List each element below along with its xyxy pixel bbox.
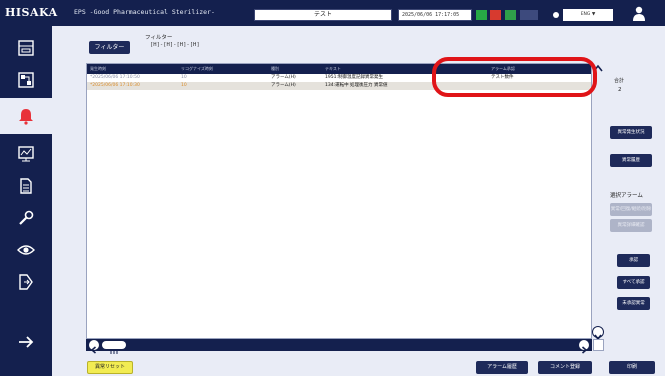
scroll-right-button[interactable]: [579, 340, 589, 354]
cell-recognized: 10: [181, 83, 187, 88]
trend-icon: [18, 146, 34, 162]
nav-layout[interactable]: [0, 32, 52, 64]
cell-time: *2025/06/06 17:10:50: [90, 75, 140, 80]
selected-alarm-label: 選択アラーム: [610, 193, 643, 199]
settings-dot-icon[interactable]: [553, 12, 559, 18]
alarm-history-button[interactable]: アラーム履歴: [476, 361, 528, 374]
top-bar: HISAKA EPS -Good Pharmaceutical Steriliz…: [0, 0, 665, 26]
comment-button[interactable]: コメント登録: [538, 361, 592, 374]
horizontal-scrollbar[interactable]: [86, 339, 592, 354]
alarm-status-button[interactable]: 異常発生状況: [610, 126, 652, 139]
next-icon: [19, 336, 34, 348]
cell-type: アラーム(H): [271, 83, 296, 88]
scroll-down-button[interactable]: [592, 326, 604, 341]
alarm-icon: [19, 109, 33, 125]
confirm-button[interactable]: 承認: [617, 254, 650, 267]
count-value: 2: [618, 87, 622, 93]
count-label: 合計: [614, 78, 625, 84]
layout-icon: [18, 40, 34, 56]
unconfirmed-button[interactable]: 未承認異常: [617, 297, 650, 310]
cell-time: *2025/06/06 17:10:30: [90, 83, 140, 88]
cell-text: 134:運転中 処理後圧力 異常値: [325, 83, 388, 88]
header-recognized[interactable]: リコグナイズ時刻: [181, 64, 213, 74]
left-nav: [0, 26, 52, 376]
status-indicator-red: [490, 10, 501, 20]
status-indicator-off: [520, 10, 538, 20]
scroll-left-button[interactable]: [89, 340, 99, 354]
nav-process[interactable]: [0, 64, 52, 96]
process-icon: [18, 72, 34, 88]
header-text[interactable]: テキスト: [325, 64, 341, 74]
nav-next[interactable]: [0, 326, 52, 358]
print-button[interactable]: 印刷: [609, 361, 655, 374]
view-icon: [17, 245, 35, 255]
chevron-right-icon: [581, 346, 588, 354]
nav-trend[interactable]: [0, 138, 52, 170]
scroll-thumb[interactable]: [102, 341, 126, 354]
alarm-history-detail-button[interactable]: 異常履歴: [610, 154, 652, 167]
document-icon: [20, 178, 32, 194]
chevron-left-icon: [90, 346, 97, 354]
scroll-corner: [593, 339, 604, 351]
status-indicator-green: [476, 10, 487, 20]
header-occurred[interactable]: 発生時刻: [90, 64, 106, 74]
alarm-detail-disabled-button[interactable]: 異常/回復/継続/削除: [610, 203, 652, 216]
alarm-check-disabled-button[interactable]: 異常詳細確認: [610, 219, 652, 232]
header-type[interactable]: 種別: [271, 64, 279, 74]
cell-type: アラーム(H): [271, 75, 296, 80]
nav-view[interactable]: [0, 234, 52, 266]
export-icon: [19, 274, 33, 290]
language-select[interactable]: ENG ▼: [563, 9, 613, 21]
cell-recognized: 10: [181, 75, 187, 80]
filter-button[interactable]: フィルター: [89, 41, 130, 54]
app-logo: HISAKA: [5, 6, 58, 19]
nav-alarm[interactable]: [0, 98, 52, 134]
cell-text: 1951:制御温度記録異常発生: [325, 75, 383, 80]
status-indicator-light: [505, 10, 516, 20]
datetime-display: 2025/06/06 17:17:05: [398, 9, 472, 21]
maintenance-icon: [19, 210, 34, 225]
person-icon[interactable]: [633, 6, 645, 21]
app-title: EPS -Good Pharmaceutical Sterilizer-: [74, 8, 215, 16]
user-field[interactable]: テスト: [254, 9, 392, 21]
filter-title: フィルター: [145, 35, 173, 41]
filter-dates: [H]-[H]-[H]-[H]: [150, 42, 200, 48]
confirm-all-button[interactable]: すべて承認: [617, 276, 650, 289]
nav-document[interactable]: [0, 170, 52, 202]
highlight-ring: [432, 57, 597, 97]
nav-export[interactable]: [0, 266, 52, 298]
alarm-reset-button[interactable]: 異常リセット: [87, 361, 133, 374]
grip-icon: [110, 350, 118, 354]
alarm-table: 発生時刻 リコグナイズ時刻 種別 テキスト アラーム承認 *2025/06/06…: [86, 63, 592, 339]
nav-maintenance[interactable]: [0, 202, 52, 234]
